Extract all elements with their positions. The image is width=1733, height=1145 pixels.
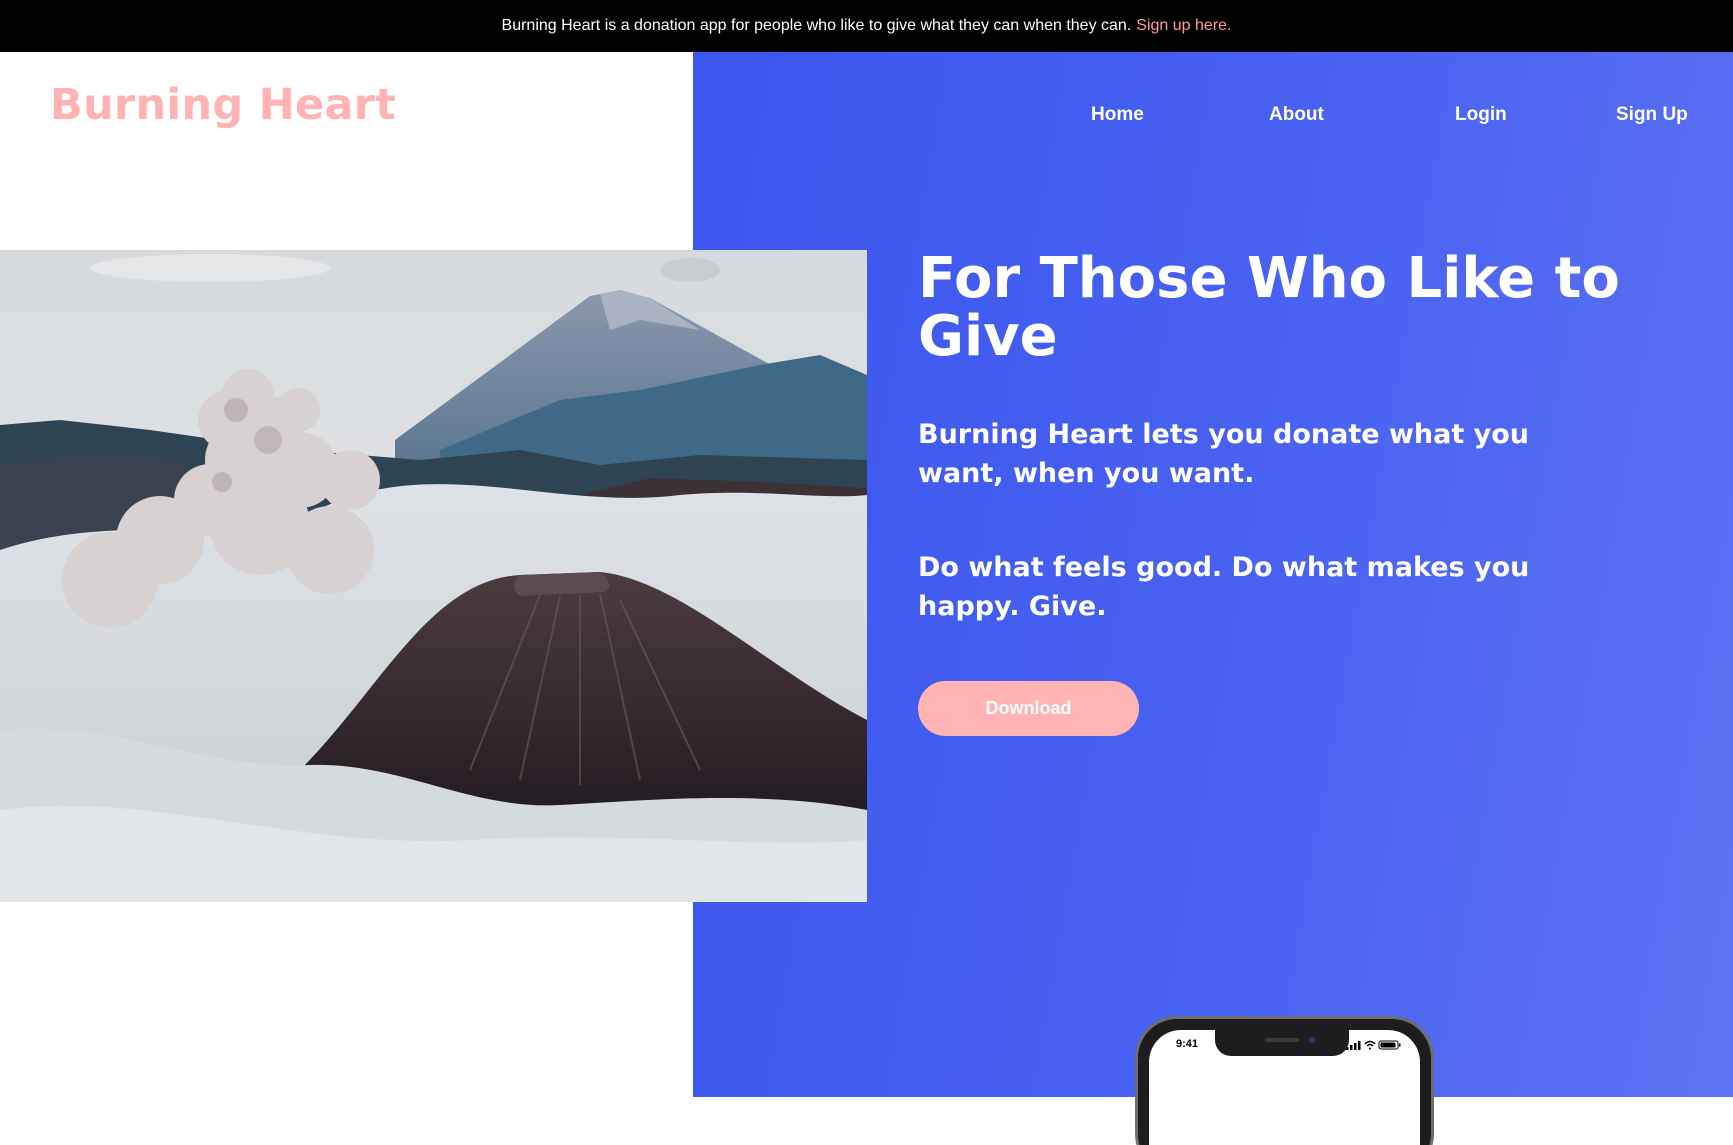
hero-paragraph-2: Do what feels good. Do what makes you ha…: [918, 552, 1530, 622]
main-nav: Home About Login Sign Up: [0, 104, 1733, 134]
battery-icon: [1378, 1040, 1401, 1050]
phone-notch: [1215, 1030, 1349, 1056]
camera-icon: [1309, 1037, 1315, 1043]
hero-paragraph-1: Burning Heart lets you donate what you w…: [918, 419, 1530, 489]
announcement-bar: Burning Heart is a donation app for peop…: [0, 0, 1733, 52]
signal-icon: [1346, 1041, 1361, 1050]
nav-login[interactable]: Login: [1455, 104, 1507, 126]
announcement-text: Burning Heart is a donation app for peop…: [501, 17, 1132, 34]
nav-about[interactable]: About: [1269, 104, 1324, 126]
download-button[interactable]: Download: [918, 681, 1139, 736]
nav-signup[interactable]: Sign Up: [1616, 104, 1688, 126]
nav-home[interactable]: Home: [1091, 104, 1144, 126]
speaker-icon: [1265, 1038, 1299, 1042]
phone-screen: 9:41: [1149, 1030, 1420, 1145]
phone-mockup: 9:41: [1135, 1016, 1434, 1145]
wifi-icon: [1364, 1040, 1376, 1050]
phone-time: 9:41: [1176, 1038, 1199, 1050]
signup-link[interactable]: Sign up here.: [1136, 17, 1231, 35]
hero-headline: For Those Who Like to Give: [918, 246, 1620, 369]
hero-volcano-image: [0, 250, 867, 902]
status-icons: [1346, 1040, 1401, 1050]
